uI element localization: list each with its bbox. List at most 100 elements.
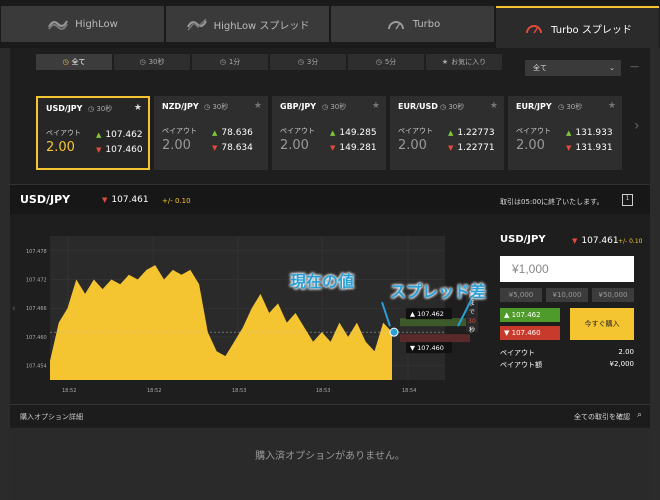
card-payout-label: ペイアウト <box>280 127 315 135</box>
card-payout-label: ペイアウト <box>398 127 433 135</box>
filter-5m[interactable]: ◷ 5分 <box>348 54 424 70</box>
star-icon[interactable]: ★ <box>134 103 142 113</box>
star-icon[interactable]: ★ <box>608 101 616 111</box>
details-title: 購入オプション詳細 <box>20 413 83 421</box>
highlow-spread-icon <box>186 18 207 31</box>
tab-label: HighLow <box>75 18 118 30</box>
clock-icon: ◷ <box>375 58 382 66</box>
tab-highlow[interactable]: HighLow <box>1 6 164 42</box>
tab-turbo-spread[interactable]: Turbo スプレッド <box>496 6 659 48</box>
card-payout: 2.00 <box>516 138 545 153</box>
down-arrow-icon: ▼ <box>448 144 454 152</box>
quick-amount-50000[interactable]: ¥50,000 <box>592 288 634 302</box>
highlow-icon <box>48 20 69 30</box>
filter-select[interactable]: 全て ⌄ <box>525 60 621 76</box>
y-tick-label: 107.460 <box>26 335 47 341</box>
star-icon[interactable]: ★ <box>490 101 498 111</box>
trade-change: +/- 0.10 <box>618 238 643 245</box>
y-tick-label: 107.472 <box>26 278 47 284</box>
up-arrow-icon: ▲ <box>212 129 218 137</box>
tab-label: HighLow スプレッド <box>213 20 310 32</box>
card-payout-label: ペイアウト <box>46 129 81 137</box>
card-high: ▲ 107.462 <box>96 130 143 140</box>
card-payout: 2.00 <box>398 138 427 153</box>
card-low: ▼ 107.460 <box>96 145 143 155</box>
filter-1m[interactable]: ◷ 1分 <box>192 54 268 70</box>
card-payout-label: ペイアウト <box>516 127 551 135</box>
tab-label: Turbo スプレッド <box>551 24 632 36</box>
down-arrow-icon: ▼ <box>330 144 336 152</box>
high-button[interactable]: ▲ 107.462 <box>500 308 560 322</box>
trade-rate: ▼ 107.461 <box>572 236 619 246</box>
quick-amount-10000[interactable]: ¥10,000 <box>546 288 588 302</box>
card-symbol: NZD/JPY <box>162 102 199 111</box>
up-arrow-icon: ▲ <box>330 129 336 137</box>
card-high: ▲ 1.22773 <box>448 128 495 138</box>
low-button[interactable]: ▼ 107.460 <box>500 326 560 340</box>
payout-amount-label: ペイアウト額 <box>500 361 542 369</box>
down-arrow-icon: ▼ <box>96 146 102 154</box>
countdown-char: で <box>469 309 475 316</box>
buy-now-button[interactable]: 今すぐ購入 <box>570 308 634 340</box>
card-payout-label: ペイアウト <box>162 127 197 135</box>
payout-amount-value: ¥2,000 <box>609 360 635 368</box>
card-high: ▲ 78.636 <box>212 128 253 138</box>
x-tick-label: 18:52 <box>62 388 76 394</box>
asset-card-eur-usd[interactable]: EUR/USD ◷ 30秒 ★ ペイアウト 2.00 ▲ 1.22773 ▼ 1.22771 <box>390 96 504 170</box>
card-symbol: EUR/USD <box>398 102 438 111</box>
trade-symbol: USD/JPY <box>500 234 546 245</box>
up-arrow-icon: ▲ <box>96 131 102 139</box>
chevron-down-icon: ⌄ <box>609 64 615 72</box>
card-time: ◷ 30秒 <box>88 105 113 113</box>
annotation-spread: スプレッド差 <box>390 282 487 301</box>
amount-input[interactable] <box>500 256 634 282</box>
turbo-icon <box>387 21 404 30</box>
asset-card-nzd-jpy[interactable]: NZD/JPY ◷ 30秒 ★ ペイアウト 2.00 ▲ 78.636 ▼ 78.634 <box>154 96 268 170</box>
asset-card-gbp-jpy[interactable]: GBP/JPY ◷ 30秒 ★ ペイアウト 2.00 ▲ 149.285 ▼ 149.281 <box>272 96 386 170</box>
search-icon[interactable]: ⌕ <box>637 410 642 420</box>
clock-icon: ◷ <box>219 58 226 66</box>
trade-panel: USD/JPY ▼107.461 +/- 0.10 ¥5,000 ¥10,000… <box>498 222 644 372</box>
card-time: ◷ 30秒 <box>322 103 347 111</box>
x-tick-label: 18:53 <box>316 388 330 394</box>
card-symbol: EUR/JPY <box>516 102 552 111</box>
down-arrow-icon: ▼ <box>566 144 572 152</box>
card-payout: 2.00 <box>46 140 75 155</box>
x-tick-label: 18:53 <box>232 388 246 394</box>
star-icon[interactable]: ★ <box>254 101 262 111</box>
filter-30s[interactable]: ◷ 30秒 <box>114 54 190 70</box>
asset-card-usd-jpy[interactable]: USD/JPY ◷ 30秒 ★ ペイアウト 2.00 ▲ 107.462 ▼ 107.460 <box>36 96 150 170</box>
card-payout: 2.00 <box>280 138 309 153</box>
card-time: ◷ 30秒 <box>558 103 583 111</box>
star-icon[interactable]: ★ <box>372 101 380 111</box>
filter-favorites[interactable]: ★ お気に入り <box>426 54 502 70</box>
purchase-details-bar: 購入オプション詳細 全ての取引を確認 ⌕ <box>10 404 650 426</box>
card-time: ◷ 30秒 <box>440 103 465 111</box>
filter-3m[interactable]: ◷ 3分 <box>270 54 346 70</box>
filter-all[interactable]: ◷ 全て <box>36 54 112 70</box>
view-all-trades-link[interactable]: 全ての取引を確認 <box>574 412 630 422</box>
up-arrow-icon: ▲ <box>504 311 512 319</box>
x-tick-label: 18:52 <box>147 388 161 394</box>
card-low: ▼ 1.22771 <box>448 143 495 153</box>
turbo-spread-icon <box>526 25 543 34</box>
low-price-label: ▼ 107.460 <box>410 344 444 352</box>
main-panel: ◷ 全て ◷ 30秒 ◷ 1分 ◷ 3分 ◷ 5分 ★ お気に入り 全て ⌄ — USD/JP… <box>10 48 650 500</box>
annotation-current-value: 現在の値 <box>290 272 355 291</box>
calendar-icon[interactable]: 1 <box>622 194 633 206</box>
star-icon: ★ <box>441 58 449 66</box>
card-symbol: USD/JPY <box>46 104 83 113</box>
card-low: ▼ 78.634 <box>212 143 253 153</box>
quick-amount-5000[interactable]: ¥5,000 <box>500 288 542 302</box>
tab-highlow-spread[interactable]: HighLow スプレッド <box>166 6 329 42</box>
header-symbol: USD/JPY <box>20 193 71 206</box>
chevron-right-icon[interactable]: › <box>634 118 640 134</box>
up-arrow-icon: ▲ <box>448 129 454 137</box>
down-arrow-icon: ▼ <box>212 144 218 152</box>
down-arrow-icon: ▼ <box>572 237 578 245</box>
card-low: ▼ 149.281 <box>330 143 377 153</box>
asset-card-eur-jpy[interactable]: EUR/JPY ◷ 30秒 ★ ペイアウト 2.00 ▲ 131.933 ▼ 131.931 <box>508 96 622 170</box>
collapse-button[interactable]: — <box>630 62 639 72</box>
tab-turbo[interactable]: Turbo <box>331 6 494 42</box>
card-time: ◷ 30秒 <box>204 103 229 111</box>
